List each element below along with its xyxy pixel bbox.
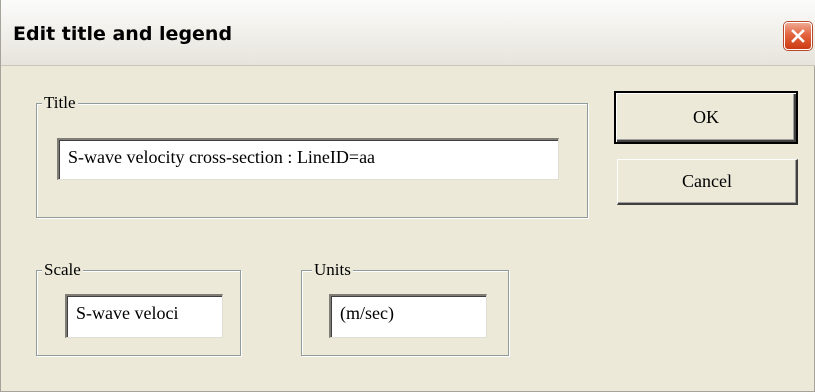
dialog-title: Edit title and legend	[13, 23, 233, 45]
dialog-titlebar[interactable]: Edit title and legend	[1, 0, 815, 66]
title-group: Title S-wave velocity cross-section : Li…	[36, 93, 588, 218]
units-input[interactable]: (m/sec)	[329, 294, 487, 338]
cancel-button[interactable]: Cancel	[617, 159, 798, 205]
title-group-label: Title	[42, 93, 78, 113]
scale-group-label: Scale	[42, 260, 83, 280]
units-group: Units (m/sec)	[301, 260, 509, 356]
close-icon	[791, 29, 805, 43]
close-button[interactable]	[784, 22, 812, 50]
scale-group: Scale S-wave veloci	[36, 260, 241, 356]
ok-button[interactable]: OK	[614, 91, 798, 144]
edit-title-legend-dialog: Edit title and legend Title S-wave veloc…	[0, 0, 815, 392]
scale-input[interactable]: S-wave veloci	[65, 294, 223, 338]
title-input[interactable]: S-wave velocity cross-section : LineID=a…	[57, 138, 559, 180]
units-group-label: Units	[312, 260, 353, 280]
